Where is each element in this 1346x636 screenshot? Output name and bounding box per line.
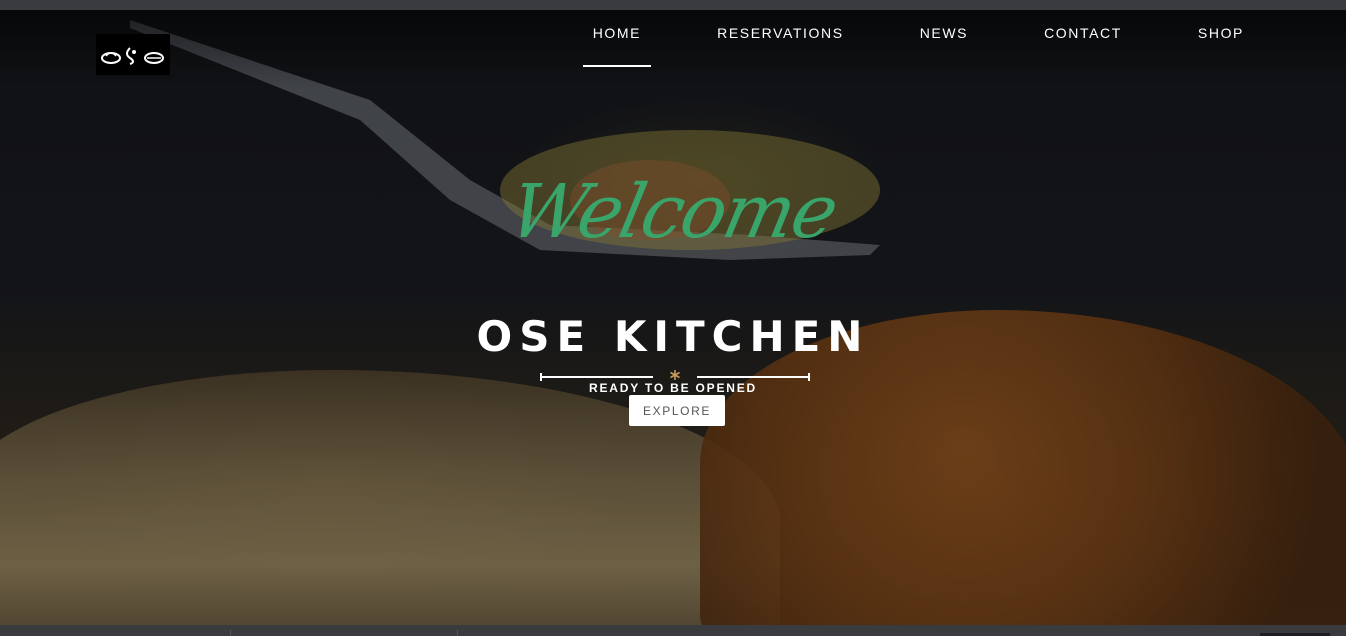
nav-item-reservations[interactable]: RESERVATIONS bbox=[707, 10, 854, 78]
nav-item-shop[interactable]: SHOP bbox=[1188, 10, 1254, 78]
asterisk-icon bbox=[670, 370, 680, 380]
main-nav: HOME RESERVATIONS NEWS CONTACT SHOP bbox=[527, 10, 1254, 90]
bottom-taskbar bbox=[0, 625, 1346, 636]
hero-section: HOME RESERVATIONS NEWS CONTACT SHOP Welc… bbox=[0, 10, 1346, 625]
explore-button[interactable]: EXPLORE bbox=[629, 395, 725, 426]
site-logo[interactable] bbox=[96, 34, 170, 75]
nav-item-news[interactable]: NEWS bbox=[910, 10, 978, 78]
hero-title: OSE KITCHEN bbox=[476, 312, 870, 361]
taskbar-divider bbox=[230, 630, 231, 636]
logo-mark-icon bbox=[101, 46, 164, 65]
window-top-strip bbox=[0, 0, 1346, 10]
nav-item-home[interactable]: HOME bbox=[582, 10, 652, 78]
taskbar-divider bbox=[457, 630, 458, 636]
hero-subtitle: READY TO BE OPENED bbox=[589, 381, 757, 395]
hero-welcome-script: Welcome bbox=[502, 169, 844, 255]
nav-item-contact[interactable]: CONTACT bbox=[1034, 10, 1132, 78]
